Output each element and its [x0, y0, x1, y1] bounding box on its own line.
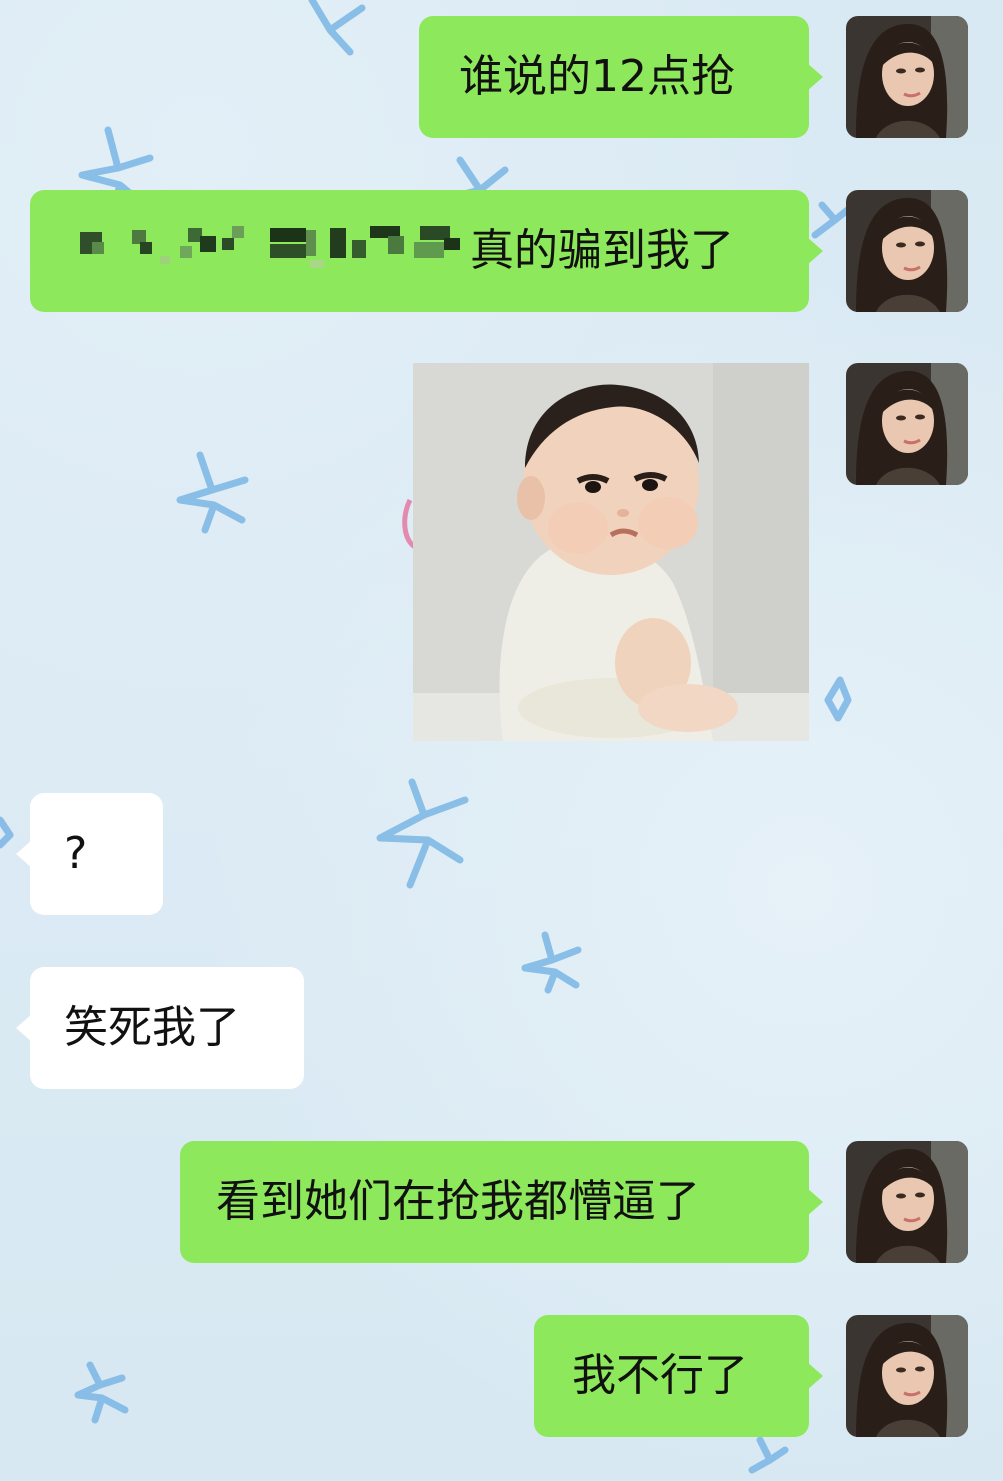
message-text: 我不行了: [572, 1350, 748, 1401]
user-avatar-icon: [846, 1141, 968, 1263]
message-bubble-sent[interactable]: 我不行了: [534, 1315, 823, 1437]
avatar[interactable]: [846, 363, 968, 485]
message-bubble-received[interactable]: ?: [16, 793, 163, 915]
message-image[interactable]: [413, 363, 809, 741]
avatar[interactable]: [846, 1315, 968, 1437]
message-bubble-sent[interactable]: 谁说的12点抢: [419, 16, 823, 138]
message-text: 谁说的12点抢: [459, 51, 735, 102]
censored-text-mosaic: [70, 212, 460, 302]
message-text: 真的骗到我了: [470, 225, 734, 276]
user-avatar-icon: [846, 190, 968, 312]
avatar[interactable]: [846, 16, 968, 138]
message-text: 笑死我了: [64, 1002, 240, 1053]
message-bubble-sent[interactable]: 看到她们在抢我都懵逼了: [180, 1141, 823, 1263]
message-text: ?: [64, 828, 88, 879]
user-avatar-icon: [846, 1315, 968, 1437]
user-avatar-icon: [846, 363, 968, 485]
message-text: 看到她们在抢我都懵逼了: [216, 1176, 700, 1227]
avatar[interactable]: [846, 1141, 968, 1263]
user-avatar-icon: [846, 16, 968, 138]
message-bubble-received[interactable]: 笑死我了: [16, 967, 304, 1089]
avatar[interactable]: [846, 190, 968, 312]
baby-pouting-sticker-icon: [413, 363, 809, 741]
